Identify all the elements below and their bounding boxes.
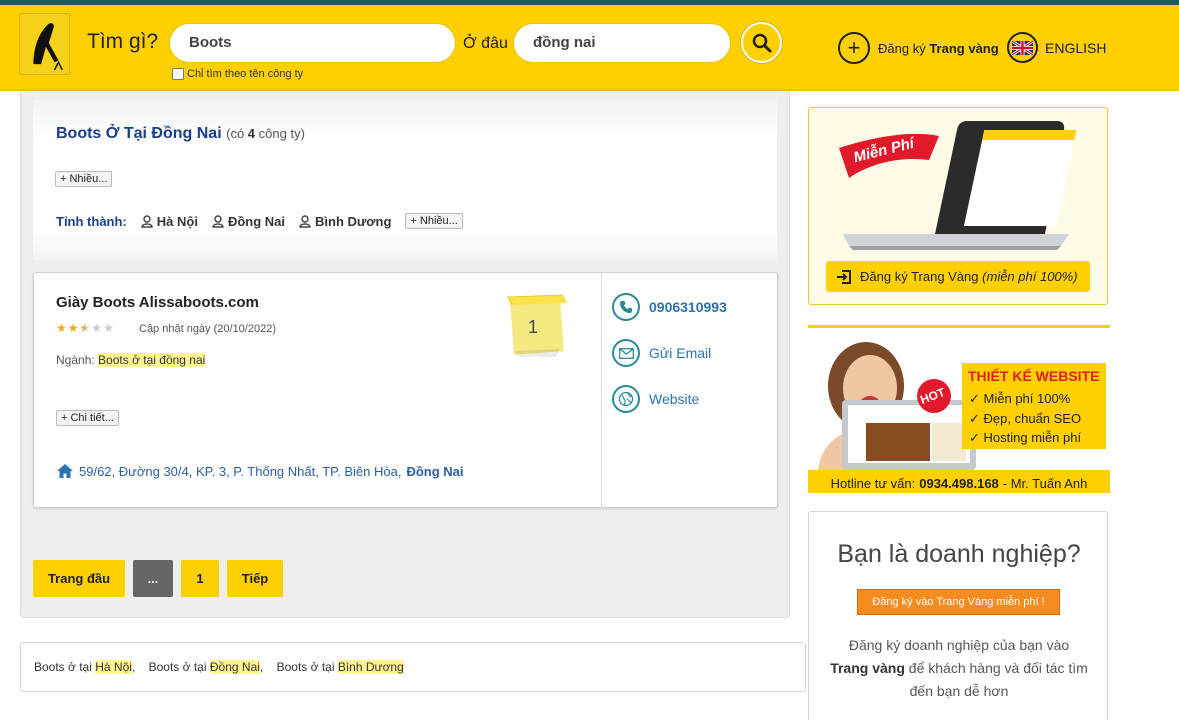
logo-icon (20, 14, 69, 74)
hotline-bar: Hotline tư vấn: 0934.498.168 - Mr. Tuấn … (808, 470, 1110, 493)
person-icon (299, 214, 311, 228)
company-name-only-checkbox[interactable]: Chỉ tìm theo tên công ty (172, 68, 303, 80)
province-binh-duong[interactable]: Bình Dương (299, 214, 391, 229)
hotline-number: 0934.498.168 (919, 475, 999, 491)
checkbox-box[interactable] (172, 68, 184, 80)
register-link[interactable]: + Đăng ký Trang vàng (838, 32, 999, 64)
star-icon: ★ (56, 321, 67, 335)
business-description: Đăng ký doanh nghiệp của bạn vào Trang v… (830, 637, 1088, 699)
checkbox-label: Chỉ tìm theo tên công ty (187, 68, 304, 80)
result-count: (có 4 công ty) (226, 126, 305, 141)
details-button[interactable]: + Chi tiết... (56, 410, 119, 426)
phone-link[interactable]: 0906310993 (612, 293, 727, 321)
rank-sticky-note: 1 (500, 293, 570, 361)
hotline-label: Hotline tư vấn: (830, 475, 916, 491)
province-ha-noi[interactable]: Hà Nội (141, 214, 198, 229)
globe-icon (612, 385, 640, 413)
phone-icon (612, 293, 640, 321)
industry-link[interactable]: Boots ở tại đồng nai (98, 353, 206, 367)
star-icon: ★ (91, 321, 103, 335)
language-switch[interactable]: ENGLISH (1007, 32, 1106, 63)
address-province[interactable]: Đồng Nai (406, 464, 463, 479)
search-label: Tìm gì? (87, 30, 159, 53)
industry: Ngành: Boots ở tại đồng nai (56, 353, 206, 367)
province-label: Tỉnh thành: (56, 213, 127, 229)
location-input[interactable]: đồng nai (513, 23, 731, 63)
search-icon (752, 33, 771, 52)
website-label: Website (649, 391, 700, 407)
address: 59/62, Đường 30/4, KP. 3, P. Thống Nhất,… (56, 463, 464, 479)
business-name[interactable]: Giày Boots Alissaboots.com (56, 294, 259, 311)
email-link[interactable]: Gửi Email (612, 339, 711, 367)
register-promo-banner[interactable]: Miễn Phí Đăng ký Trang Vàng (miễn phí 10… (808, 107, 1108, 305)
star-icon: ★ (103, 321, 114, 335)
province-name: Đồng Nai (227, 213, 285, 229)
updated-date: Cập nhật ngày (20/10/2022) (139, 323, 276, 335)
business-heading: Bạn là doanh nghiệp? (837, 540, 1081, 568)
check-icon: ✓ (969, 410, 980, 426)
province-name: Bình Dương (315, 213, 392, 229)
pagination-next[interactable]: Tiếp (227, 560, 283, 597)
listing-card: Giày Boots Alissaboots.com ★ ★ ★ ★ ★ Cập… (33, 272, 778, 508)
related-searches: Boots ở tại Hà Nội, Boots ở tại Đồng Nai… (20, 642, 806, 692)
industry-label: Ngành: (56, 353, 95, 367)
web-design-banner[interactable]: HOT THIẾT KẾ WEBSITE ✓ Miễn phí 100% ✓ Đ… (808, 325, 1110, 493)
email-icon (612, 339, 640, 367)
pagination-ellipsis[interactable]: ... (133, 560, 173, 597)
page-title: Boots Ở Tại Đồng Nai (có 4 công ty) (56, 125, 305, 142)
uk-flag-icon (1007, 32, 1038, 63)
province-dong-nai[interactable]: Đồng Nai (212, 214, 285, 229)
plus-icon: + (838, 32, 870, 64)
check-icon: ✓ (969, 391, 980, 406)
business-signup-box: Bạn là doanh nghiệp? Đăng ký vào Trang V… (808, 511, 1108, 720)
laptop-illustration (839, 121, 1077, 250)
pagination-page-1[interactable]: 1 (181, 560, 219, 597)
register-promo-button[interactable]: Đăng ký Trang Vàng (miễn phí 100%) (826, 261, 1090, 292)
hotline-name: - Mr. Tuấn Anh (1002, 475, 1088, 491)
person-icon (212, 214, 224, 228)
filter-box: Boots Ở Tại Đồng Nai (có 4 công ty) + Nh… (33, 100, 777, 260)
register-promo-label: Đăng ký Trang Vàng (miễn phí 100%) (860, 269, 1078, 284)
feature-item: ✓ Miễn phí 100% (969, 391, 1071, 406)
sign-in-icon (837, 269, 851, 284)
business-register-button[interactable]: Đăng ký vào Trang Vàng miễn phí ! (857, 589, 1060, 615)
email-label: Gửi Email (649, 345, 712, 361)
web-design-title: THIẾT KẾ WEBSITE (968, 368, 1100, 384)
where-label: Ở đâu (463, 35, 508, 52)
related-link[interactable]: Boots ở tại Hà Nội, (34, 660, 135, 674)
home-icon (57, 464, 73, 478)
more-provinces-button[interactable]: + Nhiều... (405, 213, 463, 229)
person-icon (141, 214, 153, 228)
feature-item: ✓ Hosting miễn phí (969, 430, 1082, 445)
more-filters-button[interactable]: + Nhiều... (55, 171, 113, 187)
province-filter: Tỉnh thành: Hà Nội Đồng Nai Bình Dương +… (56, 213, 463, 229)
related-link[interactable]: Boots ở tại Bình Dương (277, 660, 404, 674)
language-label: ENGLISH (1045, 39, 1107, 56)
listing-info: Giày Boots Alissaboots.com ★ ★ ★ ★ ★ Cập… (34, 273, 602, 507)
related-link[interactable]: Boots ở tại Đồng Nai, (149, 660, 263, 674)
logo[interactable] (19, 13, 70, 75)
header: Tìm gì? Boots Ở đâu đồng nai Chỉ tìm the… (0, 5, 1179, 91)
web-design-features: ✓ Miễn phí 100% ✓ Đẹp, chuẩn SEO ✓ Hosti… (969, 389, 1081, 448)
search-button[interactable] (741, 22, 782, 63)
rank-number: 1 (528, 317, 539, 337)
website-link[interactable]: Website (612, 385, 699, 413)
search-input[interactable]: Boots (169, 23, 456, 63)
feature-item: ✓ Đẹp, chuẩn SEO (969, 410, 1082, 426)
star-icon: ★ (67, 321, 79, 335)
address-text: 59/62, Đường 30/4, KP. 3, P. Thống Nhất,… (79, 463, 402, 479)
check-icon: ✓ (969, 430, 980, 445)
pagination-first[interactable]: Trang đầu (33, 560, 125, 597)
register-label: Đăng ký Trang vàng (878, 40, 999, 56)
rating-stars: ★ ★ ★ ★ ★ (56, 321, 114, 335)
province-name: Hà Nội (156, 213, 198, 229)
phone-number: 0906310993 (649, 299, 727, 315)
half-star-icon: ★ (79, 321, 91, 335)
